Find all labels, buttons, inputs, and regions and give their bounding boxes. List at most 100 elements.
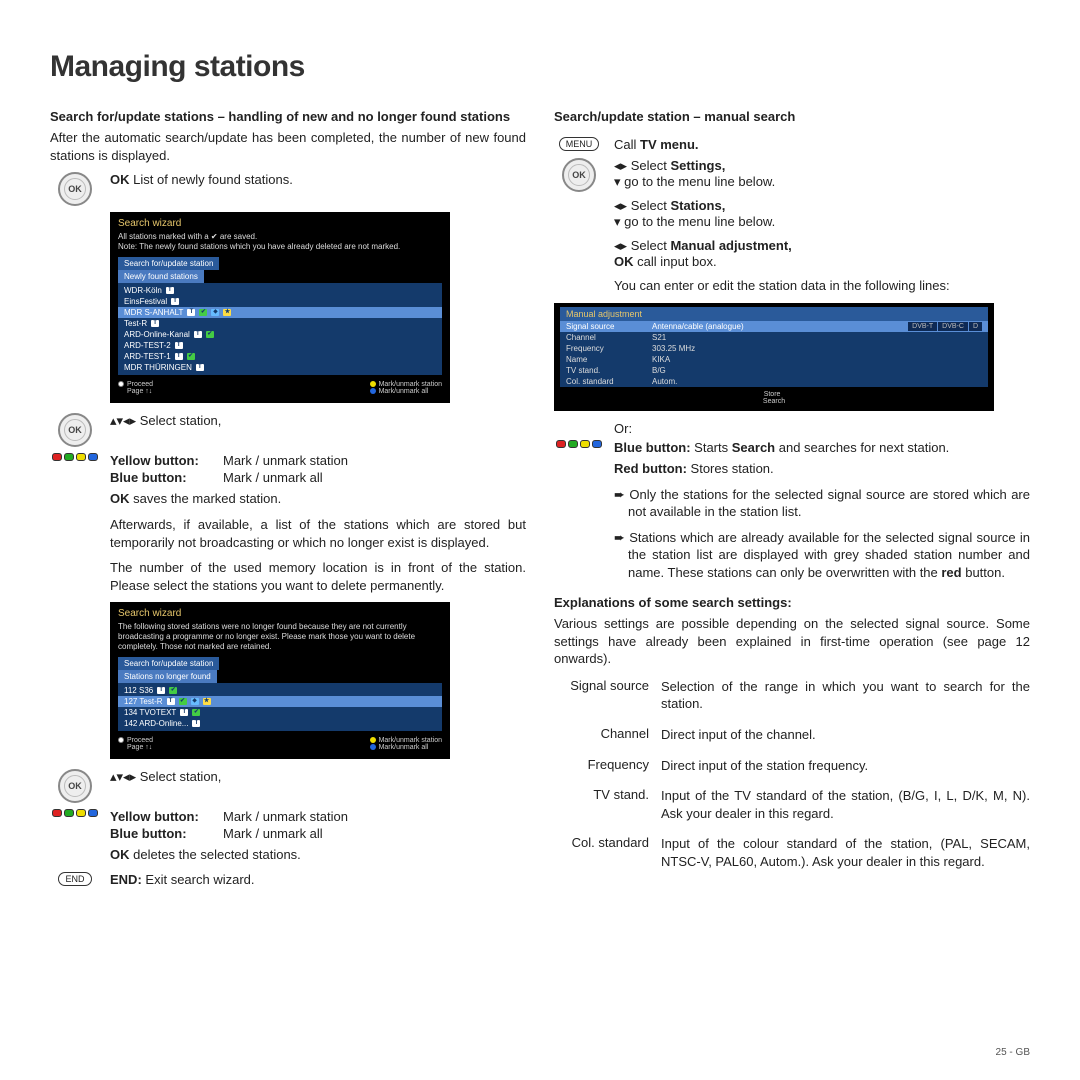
blue-button-text-2: Mark / unmark all — [223, 826, 348, 841]
ss-val: KIKA — [652, 355, 976, 364]
right-column: Search/update station – manual search ME… — [554, 109, 1030, 893]
bullet-1: Only the stations for the selected signa… — [628, 487, 1030, 520]
bullet-arrow-icon: ➨ — [614, 487, 629, 502]
ss-footer-item: Proceed — [127, 737, 153, 744]
blue-text-r2: and searches for next station. — [775, 440, 949, 455]
sel-manual: Select — [631, 238, 671, 253]
arrow-icons: ▴▾◂▸ — [110, 769, 136, 784]
def-key: Channel — [554, 726, 649, 754]
ok-call-label: OK — [614, 254, 634, 269]
search-bold: Search — [732, 440, 775, 455]
color-buttons-icon — [52, 453, 98, 461]
list-item: MDR S-ANHALT — [124, 308, 183, 317]
right-para-1: You can enter or edit the station data i… — [614, 277, 1030, 295]
ss-key: Name — [566, 355, 646, 364]
ss-footer-item: Mark/unmark station — [379, 381, 442, 388]
def-val: Direct input of the channel. — [661, 726, 1030, 744]
sel-stations: Select — [631, 198, 671, 213]
ss2-tab1: Search for/update station — [118, 657, 219, 670]
menu-pill-icon: MENU — [559, 137, 600, 151]
ss-key: Frequency — [566, 344, 646, 353]
ok-button-icon: OK — [58, 172, 92, 206]
ok-saves-label: OK — [110, 491, 130, 506]
ss2-list: 112 S36T✔ 127 Test-RT✔⬥★ 134 TVOTEXTT✔ 1… — [118, 683, 442, 731]
lr-arrow-icon: ◂▸ — [614, 238, 627, 253]
def-val: Selection of the range in which you want… — [661, 678, 1030, 713]
settings-bold: Settings, — [670, 158, 725, 173]
list-item: MDR THÜRINGEN — [124, 363, 192, 372]
list-item: EinsFestival — [124, 297, 167, 306]
yellow-button-label: Yellow button: — [110, 453, 215, 468]
tv-menu-bold: TV menu. — [640, 137, 699, 152]
call-text: Call — [614, 137, 640, 152]
right-heading-2: Explanations of some search settings: — [554, 595, 1030, 610]
sel-settings: Select — [631, 158, 671, 173]
manual-adjustment-screenshot: Manual adjustment Signal source Antenna/… — [554, 303, 994, 411]
ss-footer-item: Mark/unmark all — [379, 388, 429, 395]
go-below-1: go to the menu line below. — [624, 174, 775, 189]
yellow-button-text: Mark / unmark station — [223, 453, 348, 468]
def-key: Signal source — [554, 678, 649, 723]
bullet-2b: red — [941, 565, 961, 580]
color-buttons-icon — [556, 440, 602, 448]
ss-footer-item: Mark/unmark all — [379, 744, 429, 751]
ss-tab: DVB-C — [938, 322, 968, 331]
red-text-r: Stores station. — [691, 461, 774, 476]
ss-footer-item: Page ↑↓ — [127, 744, 152, 751]
red-button-label-r: Red button: — [614, 461, 687, 476]
ss-val: B/G — [652, 366, 976, 375]
ss-store: Store — [764, 391, 781, 398]
right-para-2: Various settings are possible depending … — [554, 615, 1030, 668]
blue-button-label: Blue button: — [110, 470, 215, 485]
ss-footer-item: Mark/unmark station — [379, 737, 442, 744]
right-heading-1: Search/update station – manual search — [554, 109, 1030, 124]
ss-key: Col. standard — [566, 377, 646, 386]
ss-key: Channel — [566, 333, 646, 342]
ss-val: S21 — [652, 333, 976, 342]
list-item: 127 Test-R — [124, 697, 163, 706]
list-item: 134 TVOTEXT — [124, 708, 176, 717]
ss-manual-title: Manual adjustment — [560, 307, 988, 321]
arrow-icons: ▴▾◂▸ — [110, 413, 136, 428]
bullet-arrow-icon: ➨ — [614, 530, 629, 545]
def-val: Direct input of the station frequency. — [661, 757, 1030, 775]
search-wizard-screenshot-2: Search wizard The following stored stati… — [110, 602, 450, 759]
bullet-2c: button. — [962, 565, 1005, 580]
color-buttons-icon — [52, 809, 98, 817]
ss-tab: D — [969, 322, 982, 331]
ok-list-text: List of newly found stations. — [133, 172, 293, 187]
ok-saves-text: saves the marked station. — [133, 491, 281, 506]
page-title: Managing stations — [50, 50, 1030, 84]
end-text: Exit search wizard. — [145, 872, 254, 887]
left-column: Search for/update stations – handling of… — [50, 109, 526, 893]
list-item: Test-R — [124, 319, 147, 328]
left-heading-1: Search for/update stations – handling of… — [50, 109, 526, 124]
ss-search: Search — [763, 398, 785, 405]
list-item: ARD-TEST-2 — [124, 341, 171, 350]
ss-key: TV stand. — [566, 366, 646, 375]
ok-button-icon: OK — [58, 413, 92, 447]
page-footer: 25 - GB — [996, 1047, 1030, 1058]
ss1-list: WDR-KölnT EinsFestivalT MDR S-ANHALTT✔⬥★… — [118, 283, 442, 375]
ss1-title: Search wizard — [118, 218, 442, 229]
list-item: ARD-Online-Kanal — [124, 330, 190, 339]
stations-bold: Stations, — [670, 198, 725, 213]
blue-button-label-2: Blue button: — [110, 826, 215, 841]
ok-label: OK — [110, 172, 130, 187]
ss2-tab2: Stations no longer found — [118, 670, 217, 683]
end-label: END: — [110, 872, 142, 887]
manual-bold: Manual adjustment, — [670, 238, 791, 253]
ok-del-label: OK — [110, 847, 130, 862]
ss2-note: The following stored stations were no lo… — [118, 622, 442, 651]
def-key: TV stand. — [554, 787, 649, 832]
left-para-1: After the automatic search/update has be… — [50, 129, 526, 164]
ss-key: Signal source — [566, 322, 646, 331]
ok-call-text: call input box. — [637, 254, 717, 269]
yellow-button-label-2: Yellow button: — [110, 809, 215, 824]
or-text: Or: — [614, 421, 1030, 436]
ss-val: Autom. — [652, 377, 976, 386]
end-pill-icon: END — [58, 872, 91, 886]
down-arrow-icon: ▾ — [614, 174, 621, 189]
def-key: Col. standard — [554, 835, 649, 880]
ss1-note: All stations marked with a ✔ are saved. … — [118, 232, 442, 251]
